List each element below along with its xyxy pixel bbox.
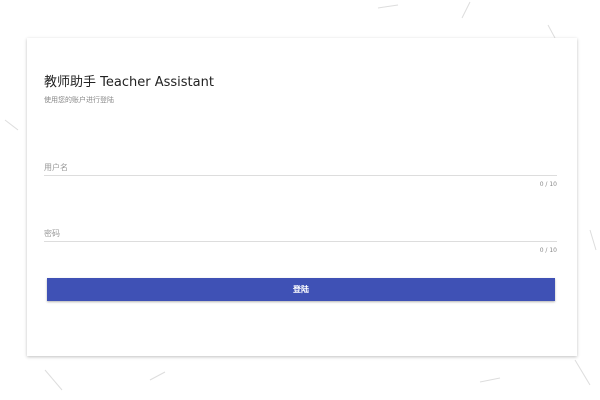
password-input[interactable] (44, 223, 557, 244)
login-button[interactable]: 登陆 (47, 278, 555, 301)
page-subtitle: 使用您的账户进行登陆 (44, 96, 114, 104)
username-counter: 0 / 10 (539, 181, 557, 188)
login-card: 教师助手 Teacher Assistant 使用您的账户进行登陆 0 / 10… (27, 38, 577, 356)
username-field[interactable] (44, 155, 557, 178)
password-field[interactable] (44, 221, 557, 244)
password-counter: 0 / 10 (539, 247, 557, 254)
username-input[interactable] (44, 157, 557, 178)
page-title: 教师助手 Teacher Assistant (44, 75, 214, 90)
